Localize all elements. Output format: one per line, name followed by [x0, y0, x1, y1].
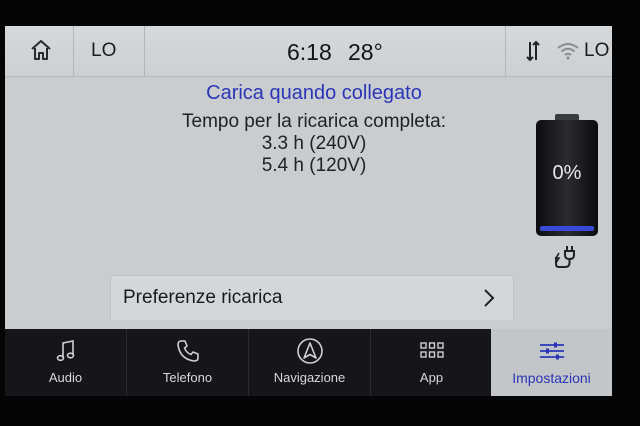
- nav-label: Impostazioni: [512, 370, 591, 386]
- nav-item-audio[interactable]: Audio: [5, 329, 127, 396]
- navigation-icon: [296, 338, 323, 364]
- nav-label: Navigazione: [273, 370, 346, 385]
- charging-plug-icon: [554, 246, 575, 268]
- charging-preferences-label: Preferenze ricarica: [123, 287, 283, 308]
- fan-level-left[interactable]: LO: [91, 40, 116, 62]
- status-bar: LO 6:18 28° LO: [5, 26, 612, 77]
- charge-time-120v: 5.4 h (120V): [261, 155, 367, 176]
- nav-item-apps[interactable]: App: [371, 329, 493, 396]
- nav-label: Audio: [48, 370, 83, 385]
- nav-label: App: [419, 370, 444, 385]
- phone-icon: [176, 340, 199, 362]
- status-divider: [144, 26, 145, 76]
- nav-item-navigation[interactable]: Navigazione: [249, 329, 371, 396]
- charging-preferences-button[interactable]: Preferenze ricarica: [110, 275, 514, 320]
- wifi-icon: [557, 43, 579, 60]
- bottom-nav: Audio Telefono Navigazione App Impostazi…: [5, 329, 612, 396]
- clock: 6:18: [287, 39, 332, 65]
- apps-grid-icon: [419, 342, 444, 358]
- nav-label: Telefono: [162, 370, 213, 385]
- home-icon[interactable]: [29, 38, 53, 62]
- settings-sliders-icon: [539, 342, 564, 360]
- outside-temperature: 28°: [348, 39, 383, 65]
- battery-percent: 0%: [552, 162, 582, 184]
- chevron-right-icon: [484, 289, 495, 307]
- charge-mode-title[interactable]: Carica quando collegato: [5, 82, 612, 105]
- status-divider: [73, 26, 74, 76]
- fan-level-right[interactable]: LO: [584, 40, 609, 62]
- status-divider: [505, 26, 506, 76]
- nav-item-settings[interactable]: Impostazioni: [491, 329, 612, 396]
- music-note-icon: [56, 340, 74, 362]
- infotainment-screen: LO 6:18 28° LO Carica quando collegato T…: [5, 26, 612, 396]
- full-charge-time-label: Tempo per la ricarica completa:: [182, 111, 446, 132]
- charge-time-240v: 3.3 h (240V): [261, 133, 367, 154]
- data-transfer-icon: [526, 40, 540, 62]
- nav-item-phone[interactable]: Telefono: [127, 329, 249, 396]
